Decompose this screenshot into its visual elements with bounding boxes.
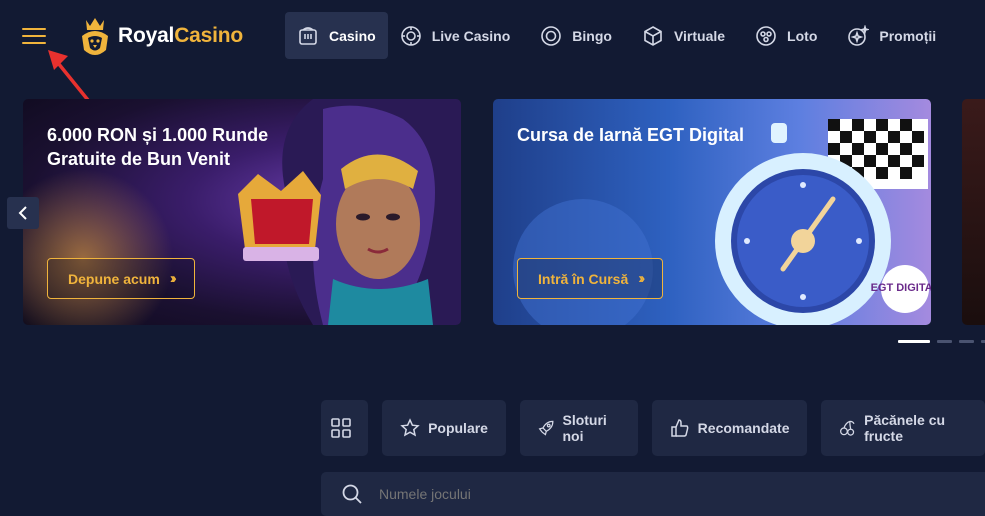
cherry-icon <box>840 420 856 436</box>
top-bar: RoyalCasino Casino Live Casino Bingo Vir… <box>0 0 985 112</box>
banner-title: 6.000 RON și 1.000 Runde Gratuite de Bun… <box>47 125 269 169</box>
rocket-icon <box>538 420 554 436</box>
thumbs-up-icon <box>670 419 689 437</box>
category-recomandate[interactable]: Recomandate <box>651 400 808 456</box>
category-pacanele-cu-fructe[interactable]: Păcănele cu fructe <box>821 400 985 456</box>
cube-icon <box>644 25 662 46</box>
nav-live-casino[interactable]: Live Casino <box>388 12 529 59</box>
nav-casino[interactable]: Casino <box>285 12 388 59</box>
nav-bingo[interactable]: Bingo <box>528 12 630 59</box>
game-categories: Populare Sloturi noi Recomandate Păcănel… <box>321 400 985 456</box>
chevron-left-icon <box>18 206 27 220</box>
carousel-prev-button[interactable] <box>7 197 39 229</box>
promo-banner-next-peek[interactable] <box>962 99 985 325</box>
slot-machine-icon <box>299 26 317 45</box>
carousel-dot-active[interactable] <box>898 340 930 343</box>
logo-text: RoyalCasino <box>118 24 244 47</box>
game-search <box>321 472 985 516</box>
grid-icon <box>330 418 351 438</box>
deposit-now-button[interactable]: Depune acum ›› <box>47 258 195 299</box>
category-all[interactable] <box>321 400 369 456</box>
carousel-dot[interactable] <box>937 340 952 343</box>
carousel-dot[interactable] <box>959 340 974 343</box>
logo[interactable]: RoyalCasino <box>78 12 243 60</box>
egt-logo: EGT DIGITAL <box>871 282 931 294</box>
bingo-ball-icon <box>541 25 562 46</box>
carousel-dot[interactable] <box>981 340 985 343</box>
double-chevron-right-icon: ›› <box>169 270 177 287</box>
search-icon <box>342 484 362 504</box>
promo-banner-welcome[interactable]: 6.000 RON și 1.000 Runde Gratuite de Bun… <box>23 99 461 325</box>
double-chevron-right-icon: ›› <box>638 270 645 287</box>
star-icon <box>400 418 420 437</box>
category-sloturi-noi[interactable]: Sloturi noi <box>519 400 638 456</box>
nav-promotii[interactable]: Promoții <box>835 12 954 59</box>
category-populare[interactable]: Populare <box>382 400 506 456</box>
lion-crown-icon <box>82 18 108 55</box>
menu-icon[interactable] <box>22 26 48 46</box>
nav-virtuale[interactable]: Virtuale <box>630 12 743 59</box>
promo-banner-egt-race[interactable]: EGT DIGITAL Cursa de Iarnă EGT Digital I… <box>493 99 931 325</box>
enter-race-button[interactable]: Intră în Cursă ›› <box>517 258 664 299</box>
nav-loto[interactable]: Loto <box>743 12 835 59</box>
chip-icon <box>400 25 421 46</box>
search-input[interactable] <box>377 485 562 503</box>
banner-title: Cursa de Iarnă EGT Digital <box>517 125 745 145</box>
carousel-pagination <box>898 340 985 343</box>
lotto-balls-icon <box>756 25 776 46</box>
sparkle-icon <box>848 24 870 46</box>
main-nav: Casino Live Casino Bingo Virtuale Loto P… <box>285 12 954 59</box>
